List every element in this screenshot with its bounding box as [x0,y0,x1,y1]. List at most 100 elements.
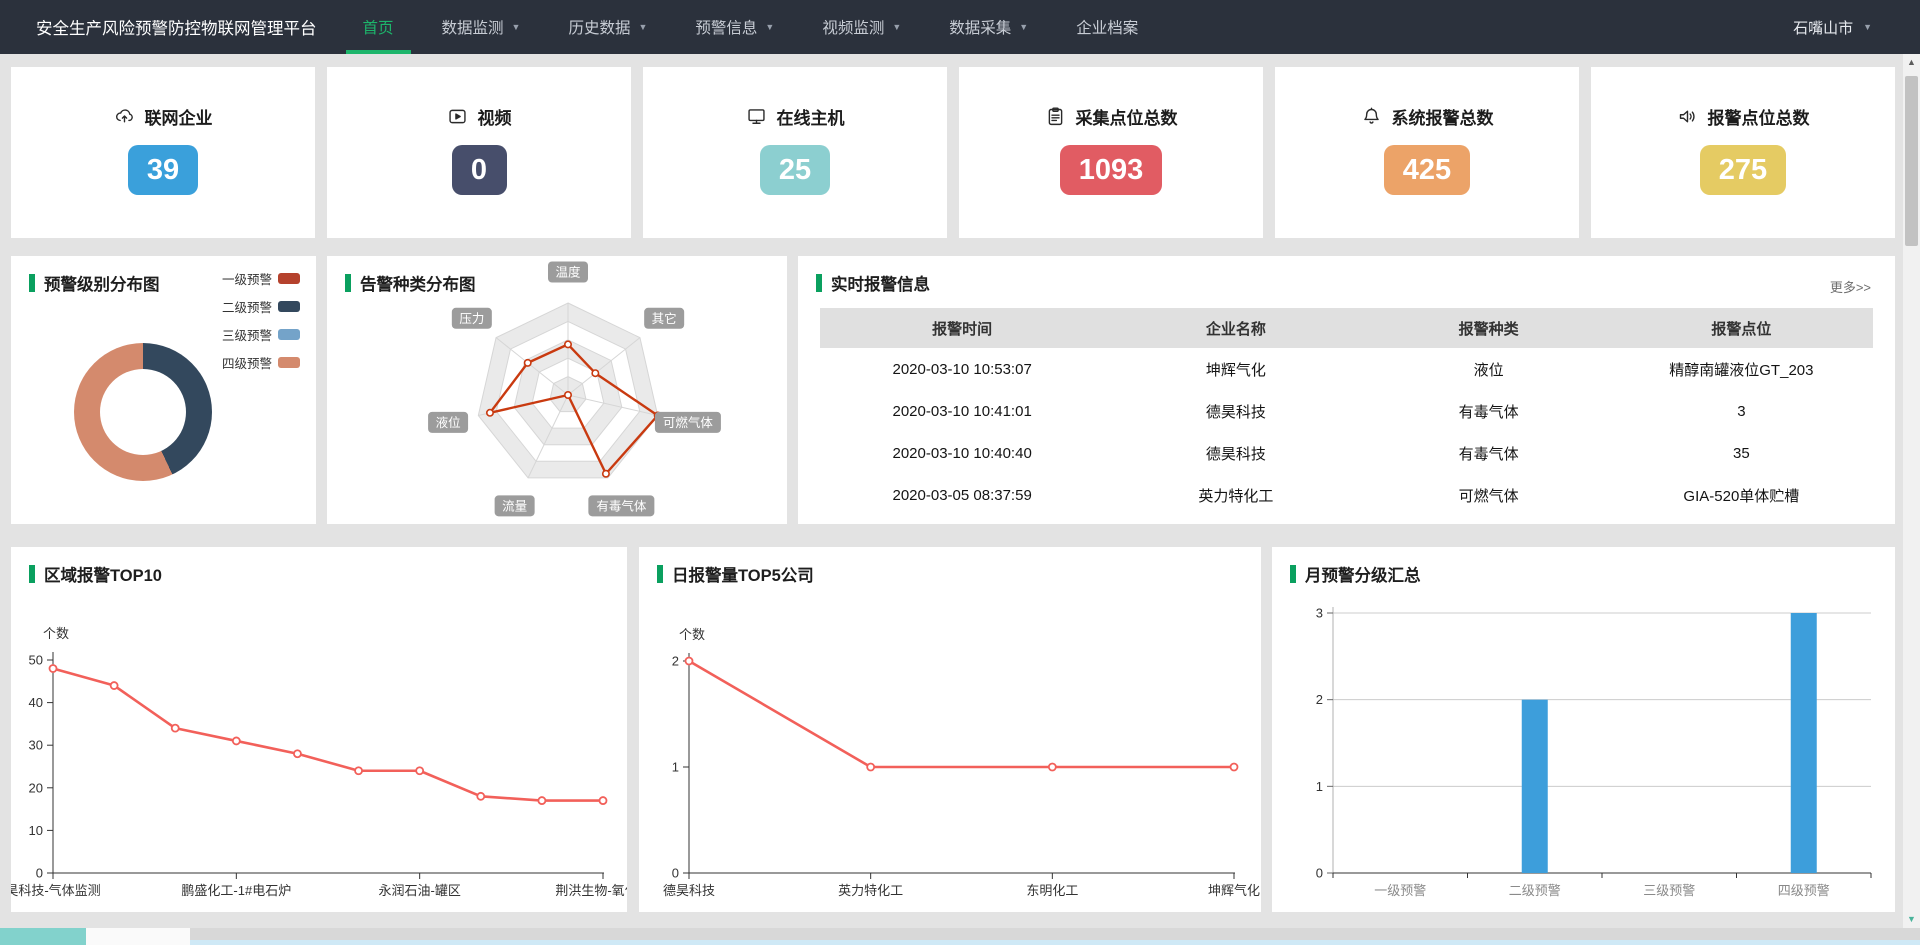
stat-card-value: 0 [452,145,507,195]
panel-title: 月预警分级汇总 [1305,562,1421,586]
panel-title: 日报警量TOP5公司 [672,562,814,586]
panel-region-alarm-top10: 区域报警TOP10 01020304050个数昊科技-气体监测鹏盛化工-1#电石… [11,547,627,912]
main-menu: 首页 数据监测▼ 历史数据▼ 预警信息▼ 视频监测▼ 数据采集▼ 企业档案 [339,0,1163,54]
panel-title-marker [1290,565,1296,583]
nav-item-data-collect[interactable]: 数据采集▼ [925,0,1052,54]
scrollbar-thumb[interactable] [1905,76,1918,246]
daily-alarm-top5-line-chart: 012个数德昊科技英力特化工东明化工坤辉气化 [639,547,1261,912]
col-alarm-type: 报警种类 [1368,308,1610,348]
stat-card-value: 25 [760,145,830,195]
svg-text:50: 50 [29,653,43,668]
svg-text:永润石油-罐区: 永润石油-罐区 [378,883,460,898]
panel-title-marker [657,565,663,583]
bottom-edge-strip [0,928,1920,945]
panel-title: 预警级别分布图 [44,271,160,295]
svg-text:30: 30 [29,738,43,753]
stat-card-label: 采集点位总数 [1076,104,1178,129]
realtime-alarm-table: 报警时间 企业名称 报警种类 报警点位 2020-03-10 10:53:07 … [820,308,1873,516]
speaker-icon [1677,106,1698,127]
svg-text:鹏盛化工-1#电石炉: 鹏盛化工-1#电石炉 [181,883,291,898]
svg-text:压力: 压力 [459,312,484,326]
svg-text:可燃气体: 可燃气体 [663,415,714,430]
stat-card-online-enterprises: 联网企业 39 [11,67,315,238]
nav-item-enterprise-archive[interactable]: 企业档案 [1052,0,1162,54]
stat-card-video: 视频 0 [327,67,631,238]
col-enterprise-name: 企业名称 [1104,308,1367,348]
donut-legend: 一级预警 二级预警 三级预警 四级预警 [222,269,300,381]
table-row: 2020-03-05 08:37:59 英力特化工 可燃气体 GIA-520单体… [820,474,1873,516]
panel-title: 区域报警TOP10 [44,562,162,586]
vertical-scrollbar[interactable]: ▲ ▼ [1903,54,1920,928]
svg-text:德昊科技: 德昊科技 [663,883,715,898]
nav-item-data-monitor[interactable]: 数据监测▼ [418,0,545,54]
svg-text:英力特化工: 英力特化工 [838,883,903,898]
video-play-icon [447,106,468,127]
scroll-down-arrow-icon[interactable]: ▼ [1903,911,1920,928]
svg-text:2: 2 [1316,692,1323,707]
stat-card-value: 425 [1384,145,1470,195]
panel-title-marker [29,274,35,292]
nav-item-warning-info[interactable]: 预警信息▼ [671,0,798,54]
stat-card-system-alarms: 系统报警总数 425 [1275,67,1579,238]
stat-card-alarm-points: 报警点位总数 275 [1591,67,1895,238]
svg-text:10: 10 [29,823,43,838]
svg-text:20: 20 [29,780,43,795]
panel-warning-level-distribution: 预警级别分布图 一级预警 二级预警 三级预警 四级预警 [11,256,316,524]
legend-color-chip [278,329,300,340]
svg-text:昊科技-气体监测: 昊科技-气体监测 [11,883,101,898]
stat-card-label: 联网企业 [145,104,213,129]
svg-text:四级预警: 四级预警 [1778,883,1830,898]
panel-title: 实时报警信息 [831,271,930,295]
svg-text:40: 40 [29,695,43,710]
chevron-down-icon: ▼ [638,22,647,32]
stat-card-label: 系统报警总数 [1392,104,1494,129]
svg-text:1: 1 [672,760,679,775]
legend-item[interactable]: 一级预警 [222,269,300,288]
table-row: 2020-03-10 10:41:01 德昊科技 有毒气体 3 [820,390,1873,432]
chevron-down-icon: ▼ [1863,22,1872,32]
warning-level-donut-chart [74,343,212,481]
svg-text:流量: 流量 [502,499,527,513]
svg-text:东明化工: 东明化工 [1026,883,1078,898]
chevron-down-icon: ▼ [1019,22,1028,32]
more-link[interactable]: 更多>> [1830,277,1871,296]
panel-title-marker [816,274,822,292]
stat-card-value: 39 [128,145,198,195]
stat-card-label: 在线主机 [777,104,845,129]
svg-text:二级预警: 二级预警 [1509,883,1561,898]
svg-text:0: 0 [672,866,679,881]
legend-item[interactable]: 三级预警 [222,325,300,344]
clipboard-icon [1045,106,1066,127]
cloud-upload-icon [114,106,135,127]
nav-item-history-data[interactable]: 历史数据▼ [544,0,671,54]
bell-icon [1361,106,1382,127]
svg-text:1: 1 [1316,779,1323,794]
chevron-down-icon: ▼ [765,22,774,32]
nav-item-home[interactable]: 首页 [339,0,418,54]
stat-card-online-hosts: 在线主机 25 [643,67,947,238]
svg-text:3: 3 [1316,606,1323,621]
svg-text:0: 0 [1316,866,1323,881]
svg-text:三级预警: 三级预警 [1643,883,1695,898]
nav-item-video-monitor[interactable]: 视频监测▼ [798,0,925,54]
stat-card-collect-points: 采集点位总数 1093 [959,67,1263,238]
legend-item[interactable]: 二级预警 [222,297,300,316]
legend-item[interactable]: 四级预警 [222,353,300,372]
region-alarm-top10-line-chart: 01020304050个数昊科技-气体监测鹏盛化工-1#电石炉永润石油-罐区荆洪… [11,547,627,912]
svg-text:个数: 个数 [679,627,705,642]
svg-text:液位: 液位 [436,415,461,430]
app-title: 安全生产风险预警防控物联网管理平台 [36,15,317,39]
table-row: 2020-03-10 10:40:40 德昊科技 有毒气体 35 [820,432,1873,474]
region-selector[interactable]: 石嘴山市 ▼ [1793,17,1872,38]
stat-card-label: 报警点位总数 [1708,104,1810,129]
panel-realtime-alarms: 实时报警信息 更多>> 报警时间 企业名称 报警种类 报警点位 2020-03-… [798,256,1895,524]
svg-text:一级预警: 一级预警 [1374,883,1426,898]
stat-card-value: 275 [1700,145,1786,195]
donut-hole [100,369,186,455]
svg-text:个数: 个数 [43,626,69,641]
legend-color-chip [278,357,300,368]
stat-cards-row: 联网企业 39 视频 0 在线主机 25 [11,67,1895,238]
scroll-up-arrow-icon[interactable]: ▲ [1903,54,1920,71]
top-nav: 安全生产风险预警防控物联网管理平台 首页 数据监测▼ 历史数据▼ 预警信息▼ 视… [0,0,1920,54]
alarm-type-radar-chart: 温度其它可燃气体有毒气体流量液位压力 [327,256,787,524]
